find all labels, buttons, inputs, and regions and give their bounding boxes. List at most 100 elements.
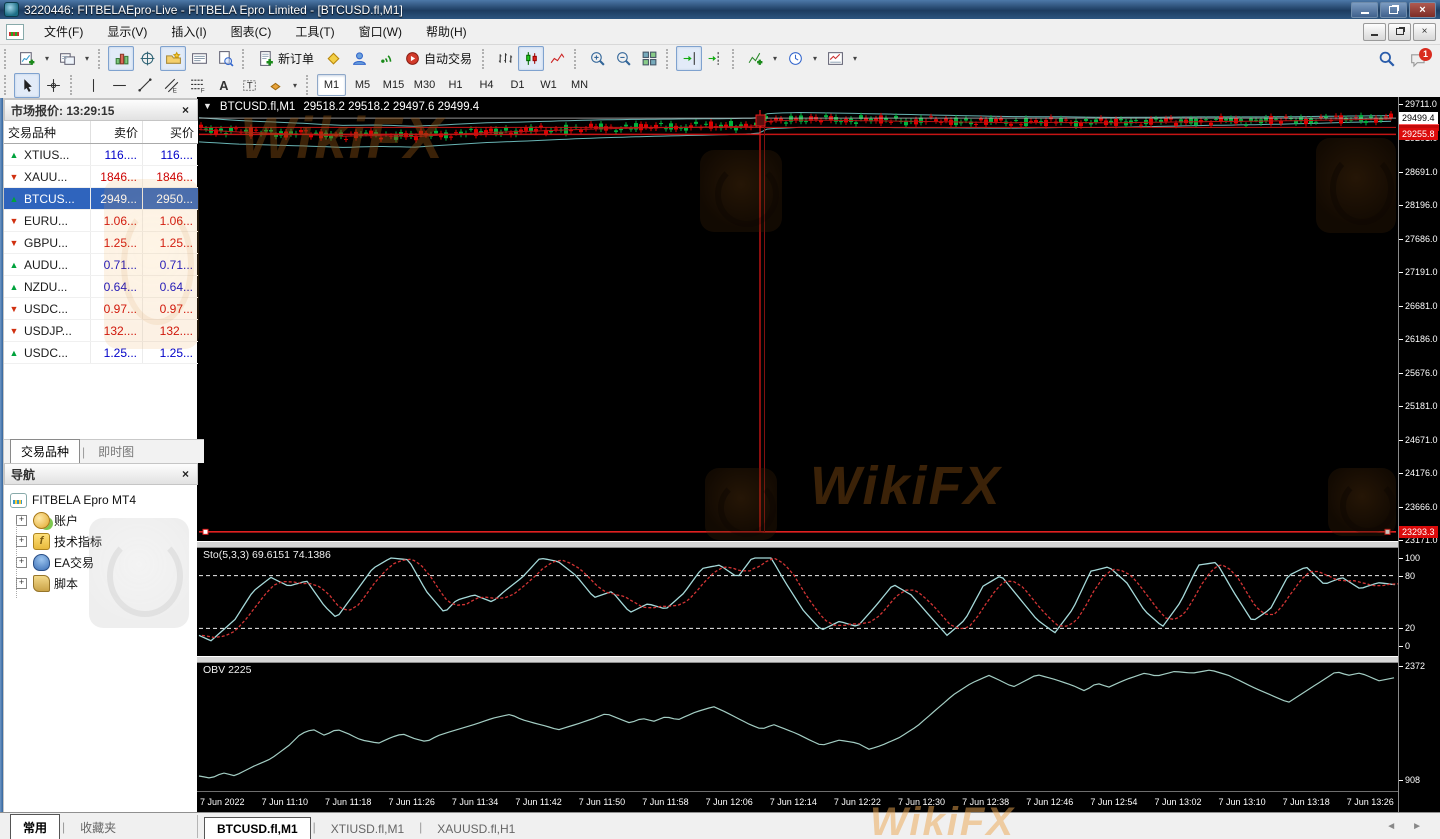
chart-tab-XTIUSD.fl,M1[interactable]: XTIUSD.fl,M1 [318, 817, 417, 839]
expand-icon[interactable]: + [16, 536, 27, 547]
terminal-button[interactable] [186, 46, 212, 71]
child-minimize-button[interactable] [1363, 22, 1386, 41]
periods-button[interactable] [782, 46, 808, 71]
candlestick-button[interactable] [518, 46, 545, 71]
tab-即时图[interactable]: 即时图 [87, 439, 145, 463]
signals-button[interactable] [372, 46, 398, 71]
chart-tab-BTCUSD.fl,M1[interactable]: BTCUSD.fl,M1 [204, 817, 311, 839]
notifications-icon[interactable]: 1 [1410, 47, 1432, 68]
navigator-item-EA交易[interactable]: + EA交易 [10, 552, 198, 573]
tile-windows-button[interactable] [636, 46, 662, 71]
market-watch-row[interactable]: ▼ GBPU... 1.25... 1.25... [4, 232, 198, 254]
channel-button[interactable]: E [158, 73, 184, 98]
toolbar-grip[interactable] [70, 75, 75, 95]
community-button[interactable] [346, 46, 372, 71]
navigator-item-账户[interactable]: + 账户 [10, 510, 198, 531]
toolbar-grip[interactable] [242, 48, 247, 69]
vertical-line-button[interactable] [80, 73, 106, 98]
navigator-item-脚本[interactable]: + 脚本 [10, 573, 198, 594]
toolbar-grip[interactable] [574, 48, 579, 69]
close-button[interactable]: × [1409, 1, 1436, 18]
indicators-button[interactable] [742, 46, 768, 71]
toolbar-grip[interactable] [666, 48, 671, 69]
market-watch-close-icon[interactable]: × [180, 103, 191, 117]
timeframe-H1[interactable]: H1 [441, 74, 470, 96]
timeframe-M5[interactable]: M5 [348, 74, 377, 96]
line-chart-button[interactable] [544, 46, 570, 71]
market-watch-header[interactable]: 市场报价: 13:29:15 × [4, 99, 198, 121]
market-watch-row[interactable]: ▲ USDC... 1.25... 1.25... [4, 342, 198, 364]
tab-scroll-left-icon[interactable]: ◄ [1386, 821, 1396, 832]
templates-button[interactable] [822, 46, 848, 71]
market-watch-row[interactable]: ▲ AUDU... 0.71... 0.71... [4, 254, 198, 276]
menu-窗口(W)[interactable]: 窗口(W) [347, 22, 414, 42]
templates-caret[interactable]: ▾ [848, 46, 862, 71]
market-watch-toggle[interactable] [108, 46, 134, 71]
chart-shift-toggle[interactable] [702, 46, 728, 71]
crosshair-button[interactable] [40, 73, 66, 98]
navigator-toggle[interactable] [160, 46, 186, 71]
toolbar-grip[interactable] [98, 48, 103, 69]
child-close-button[interactable]: × [1413, 22, 1436, 41]
tab-常用[interactable]: 常用 [10, 814, 61, 839]
stochastic-panel[interactable] [197, 546, 1400, 656]
cursor-button[interactable] [14, 72, 40, 98]
chart-tab-XAUUSD.fl,H1[interactable]: XAUUSD.fl,H1 [424, 817, 528, 839]
profiles-button[interactable] [54, 46, 80, 71]
text-button[interactable]: A [210, 73, 236, 98]
expand-icon[interactable]: + [16, 515, 27, 526]
profiles-caret[interactable]: ▾ [80, 46, 94, 71]
autoscroll-toggle[interactable] [676, 46, 703, 71]
timeframe-M1[interactable]: M1 [317, 74, 346, 96]
toolbar-grip[interactable] [4, 48, 9, 69]
collapse-icon[interactable]: ▼ [203, 101, 212, 113]
timeframe-M15[interactable]: M15 [379, 74, 408, 96]
restore-button[interactable] [1380, 1, 1407, 18]
title-bar[interactable]: 3220446: FITBELAEpro-Live - FITBELA Epro… [0, 0, 1440, 19]
metaeditor-button[interactable] [320, 46, 346, 71]
market-watch-row[interactable]: ▲ NZDU... 0.64... 0.64... [4, 276, 198, 298]
toolbar-grip[interactable] [732, 48, 737, 69]
navigator-root[interactable]: FITBELA Epro MT4 [10, 490, 198, 510]
toolbar-grip[interactable] [4, 75, 9, 95]
market-watch-row[interactable]: ▼ USDJP... 132.... 132.... [4, 320, 198, 342]
menu-帮助(H)[interactable]: 帮助(H) [414, 22, 479, 42]
menu-图表(C)[interactable]: 图表(C) [219, 22, 284, 42]
price-axis[interactable]: 29711.029201.028691.028196.027686.027191… [1398, 97, 1440, 812]
market-watch-row[interactable]: ▲ XTIUS... 116.... 116.... [4, 144, 198, 166]
indicators-caret[interactable]: ▾ [768, 46, 782, 71]
minimize-button[interactable] [1351, 1, 1378, 18]
shapes-caret[interactable]: ▾ [288, 73, 302, 98]
navigator-close-icon[interactable]: × [180, 467, 191, 481]
label-button[interactable]: T [236, 73, 262, 98]
data-window-button[interactable] [134, 46, 160, 71]
tab-scroll-right-icon[interactable]: ► [1412, 821, 1422, 832]
market-watch-row[interactable]: ▼ EURU... 1.06... 1.06... [4, 210, 198, 232]
column-symbol[interactable]: 交易品种 [4, 124, 90, 141]
autotrading-button[interactable]: 自动交易 [398, 46, 478, 71]
child-restore-button[interactable] [1388, 22, 1411, 41]
column-ask[interactable]: 买价 [142, 121, 198, 143]
strategy-tester-button[interactable] [212, 46, 238, 71]
tab-交易品种[interactable]: 交易品种 [10, 439, 81, 463]
main-chart-canvas[interactable] [197, 97, 1400, 541]
new-chart-button[interactable] [14, 46, 40, 71]
navigator-item-技术指标[interactable]: + f 技术指标 [10, 531, 198, 552]
menu-工具(T)[interactable]: 工具(T) [283, 22, 346, 42]
market-watch-row[interactable]: ▼ XAUU... 1846... 1846... [4, 166, 198, 188]
bar-chart-button[interactable] [492, 46, 518, 71]
expand-icon[interactable]: + [16, 557, 27, 568]
timeframe-W1[interactable]: W1 [534, 74, 563, 96]
search-icon[interactable] [1378, 50, 1396, 68]
timeframe-MN[interactable]: MN [565, 74, 594, 96]
menu-文件(F)[interactable]: 文件(F) [32, 22, 95, 42]
trendline-button[interactable] [132, 73, 158, 98]
market-watch-row[interactable]: ▲ BTCUS... 2949... 2950... [4, 188, 198, 210]
fibonacci-button[interactable]: F [184, 73, 210, 98]
new-chart-caret[interactable]: ▾ [40, 46, 54, 71]
obv-panel[interactable] [197, 661, 1400, 791]
market-watch-row[interactable]: ▼ USDC... 0.97... 0.97... [4, 298, 198, 320]
toolbar-grip[interactable] [306, 75, 311, 95]
expand-icon[interactable]: + [16, 578, 27, 589]
panel-splitter[interactable] [197, 541, 1400, 548]
